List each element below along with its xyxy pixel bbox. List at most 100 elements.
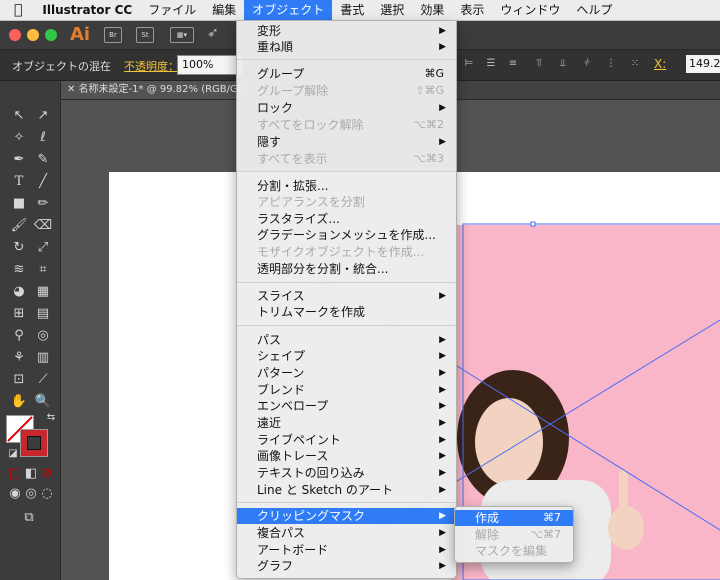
- align-center-icon[interactable]: ☰: [484, 58, 498, 70]
- symbol-sprayer-tool-icon[interactable]: ⚘: [8, 349, 30, 366]
- opacity-input[interactable]: 100%: [177, 55, 243, 75]
- menu-type[interactable]: 書式: [332, 0, 372, 20]
- document-tab[interactable]: ✕ 名称未設定-1* @ 99.82% (RGB/GPU: [61, 81, 243, 99]
- menu-help[interactable]: ヘルプ: [568, 0, 620, 20]
- menu-item-clipping-mask[interactable]: クリッピングマスク ▶: [237, 508, 456, 524]
- menu-item-blend[interactable]: ブレンド ▶: [237, 382, 456, 398]
- zoom-window-button[interactable]: [45, 29, 57, 41]
- default-colors-icon[interactable]: ◪: [2, 445, 24, 462]
- blend-tool-icon[interactable]: ◎: [32, 327, 54, 344]
- menu-window[interactable]: ウィンドウ: [492, 0, 568, 20]
- menu-item-shape[interactable]: シェイプ ▶: [237, 348, 456, 364]
- width-tool-icon[interactable]: ≋: [8, 261, 30, 278]
- line-tool-icon[interactable]: ╱: [32, 173, 54, 190]
- hand-tool-icon[interactable]: ✋: [8, 393, 30, 410]
- menu-edit[interactable]: 編集: [204, 0, 244, 20]
- pencil-tool-icon[interactable]: ✏: [32, 195, 54, 212]
- paintbrush-tool-icon[interactable]: 🖌: [8, 217, 30, 234]
- menu-item-transform[interactable]: 変形 ▶: [237, 23, 456, 39]
- menu-item-expand[interactable]: 分割・拡張...: [237, 178, 456, 194]
- submenu-arrow-icon: ▶: [439, 451, 446, 461]
- close-tab-icon[interactable]: ✕: [67, 84, 79, 95]
- stroke-swatch[interactable]: [20, 429, 48, 457]
- workspace-layout-icon[interactable]: ▦▾: [170, 27, 194, 43]
- menu-item-image-trace[interactable]: 画像トレース ▶: [237, 448, 456, 464]
- menu-item-group[interactable]: グループ ⌘G: [237, 66, 456, 82]
- menu-item-arrange[interactable]: 重ね順 ▶: [237, 39, 456, 55]
- stock-icon[interactable]: St: [136, 27, 154, 43]
- menu-item-line-sketch-art[interactable]: Line と Sketch のアート ▶: [237, 482, 456, 498]
- menu-item-compound-path[interactable]: 複合パス ▶: [237, 525, 456, 541]
- menu-item-slice[interactable]: スライス ▶: [237, 288, 456, 304]
- menu-item-gradient-mesh[interactable]: グラデーションメッシュを作成...: [237, 227, 456, 243]
- menu-select[interactable]: 選択: [372, 0, 412, 20]
- document-title: 名称未設定-1* @ 99.82% (RGB/GPU: [78, 84, 243, 95]
- magic-wand-tool-icon[interactable]: ✧: [8, 129, 30, 146]
- none-mode-icon[interactable]: ⊘: [36, 465, 58, 482]
- align-right-icon[interactable]: ≡: [506, 58, 520, 70]
- menu-item-hide[interactable]: 隠す ▶: [237, 134, 456, 150]
- zoom-tool-icon[interactable]: 🔍: [32, 393, 54, 410]
- menu-item-path[interactable]: パス ▶: [237, 332, 456, 348]
- screen-mode-icon[interactable]: ⧉: [18, 509, 40, 526]
- submenu-arrow-icon: ▶: [439, 368, 446, 378]
- menu-item-perspective[interactable]: 遠近 ▶: [237, 415, 456, 431]
- gradient-tool-icon[interactable]: ▤: [32, 305, 54, 322]
- lasso-tool-icon[interactable]: ℓ: [32, 129, 54, 146]
- close-window-button[interactable]: [9, 29, 21, 41]
- eyedropper-tool-icon[interactable]: ⚲: [8, 327, 30, 344]
- app-name-menu[interactable]: Illustrator CC: [34, 0, 140, 20]
- align-bottom-icon[interactable]: ⫩: [580, 58, 594, 70]
- menu-item-graph[interactable]: グラフ ▶: [237, 558, 456, 574]
- shape-builder-tool-icon[interactable]: ◕: [8, 283, 30, 300]
- x-position-input[interactable]: 149.2: [686, 55, 720, 73]
- type-tool-icon[interactable]: T: [8, 173, 30, 190]
- eraser-tool-icon[interactable]: ⌫: [32, 217, 54, 234]
- draw-inside-icon[interactable]: ◌: [36, 485, 58, 502]
- bridge-icon[interactable]: Br: [104, 27, 122, 43]
- menu-item-live-paint[interactable]: ライブペイント ▶: [237, 432, 456, 448]
- submenu-item-make[interactable]: 作成 ⌘7: [455, 510, 573, 526]
- menu-view[interactable]: 表示: [452, 0, 492, 20]
- selection-tool-icon[interactable]: ↖: [8, 107, 30, 124]
- rotate-tool-icon[interactable]: ↻: [8, 239, 30, 256]
- align-middle-icon[interactable]: ⫫: [556, 58, 570, 70]
- reference-point-icon[interactable]: ⁙: [628, 58, 642, 70]
- menu-item-flatten-transparency[interactable]: 透明部分を分割・統合...: [237, 261, 456, 277]
- mesh-tool-icon[interactable]: ⊞: [8, 305, 30, 322]
- pen-tool-icon[interactable]: ✒: [8, 151, 30, 168]
- artboard-tool-icon[interactable]: ⊡: [8, 371, 30, 388]
- column-graph-tool-icon[interactable]: ▥: [32, 349, 54, 366]
- menu-separator: [237, 171, 456, 172]
- rectangle-tool-icon[interactable]: ■: [8, 195, 30, 212]
- swap-fill-stroke-icon[interactable]: ⇆: [40, 409, 62, 426]
- perspective-grid-tool-icon[interactable]: ▦: [32, 283, 54, 300]
- align-top-icon[interactable]: ⫪: [532, 58, 546, 70]
- align-left-icon[interactable]: ⊨: [462, 58, 476, 70]
- submenu-arrow-icon: ▶: [439, 545, 446, 555]
- menu-file[interactable]: ファイル: [140, 0, 204, 20]
- menu-item-expand-appearance: アピアランスを分割: [257, 195, 365, 209]
- scale-tool-icon[interactable]: ⤢: [32, 239, 54, 256]
- submenu-arrow-icon: ▶: [439, 418, 446, 428]
- menu-object[interactable]: オブジェクト: [244, 0, 333, 20]
- free-transform-tool-icon[interactable]: ⌗: [32, 261, 54, 278]
- menu-item-rasterize[interactable]: ラスタライズ...: [237, 211, 456, 227]
- menu-item-lock[interactable]: ロック ▶: [237, 100, 456, 116]
- menu-item-envelope[interactable]: エンベロープ ▶: [237, 398, 456, 414]
- slice-tool-icon[interactable]: ⟋: [32, 371, 54, 388]
- menu-effect[interactable]: 効果: [412, 0, 452, 20]
- apple-icon[interactable]: : [0, 0, 34, 20]
- direct-selection-tool-icon[interactable]: ↗: [32, 107, 54, 124]
- curvature-tool-icon[interactable]: ✎: [32, 151, 54, 168]
- minimize-window-button[interactable]: [27, 29, 39, 41]
- menu-item-trim-marks[interactable]: トリムマークを作成: [237, 304, 456, 320]
- distribute-icon[interactable]: ⋮: [604, 58, 618, 70]
- gpu-rocket-icon[interactable]: ➶: [207, 25, 219, 41]
- menu-item-pattern[interactable]: パターン ▶: [237, 365, 456, 381]
- menu-item-text-wrap[interactable]: テキストの回り込み ▶: [237, 465, 456, 481]
- object-menu-dropdown: 変形 ▶ 重ね順 ▶ グループ ⌘G グループ解除 ⇧⌘G ロック ▶ すべてをロック解除…: [236, 21, 457, 579]
- clipping-mask-submenu: 作成 ⌘7 解除 ⌥⌘7 マスクを編集: [454, 506, 574, 563]
- opacity-label[interactable]: 不透明度：: [124, 58, 179, 74]
- menu-item-artboards[interactable]: アートボード ▶: [237, 542, 456, 558]
